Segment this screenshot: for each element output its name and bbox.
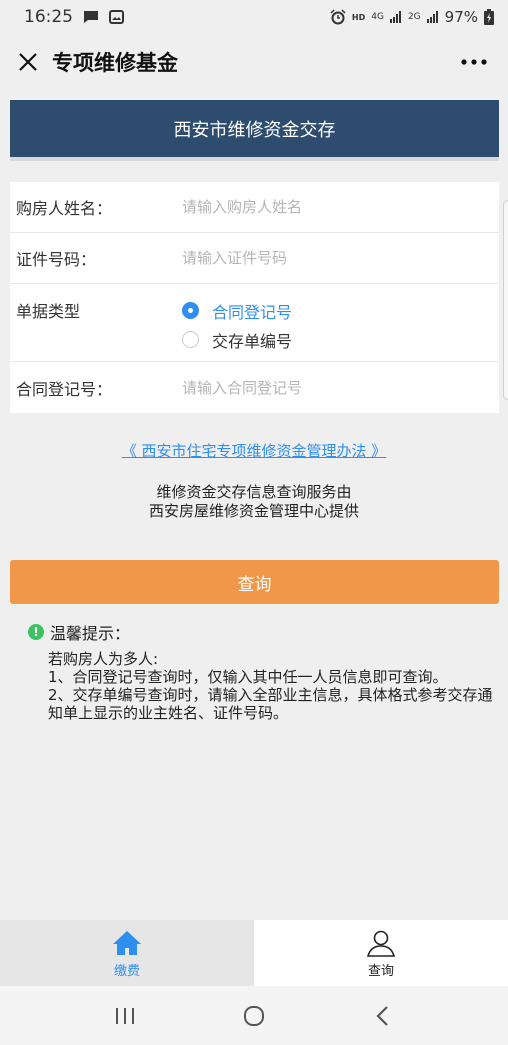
tips-body: 若购房人为多人: 1、合同登记号查询时，仅输入其中任一人员信息即可查询。 2、交… — [48, 650, 498, 722]
buyer-name-label: 购房人姓名： — [16, 199, 113, 218]
doc-type-radio-group: 合同登记号 交存单编号 — [182, 296, 292, 354]
tips-title: 温馨提示： — [50, 624, 131, 643]
alarm-icon — [330, 9, 346, 25]
radio-contract-no-label: 合同登记号 — [212, 302, 293, 322]
person-icon — [366, 928, 396, 958]
tab-payment-label: 缴费 — [113, 963, 140, 979]
header-divider — [10, 157, 499, 161]
battery-percent: 97% — [444, 8, 478, 26]
status-right: HD 4G 2G 97% — [330, 8, 494, 26]
tips-header: ! 温馨提示： — [28, 620, 498, 644]
main-content: 西安市维修资金交存 购房人姓名： 证件号码： 单据类型 合同登记号 交存单编号 — [0, 90, 508, 920]
scroll-indicator — [503, 200, 508, 400]
form-row-id-number: 证件号码： — [10, 233, 499, 284]
query-button-label: 查询 — [237, 574, 272, 595]
recents-button[interactable] — [100, 996, 150, 1036]
radio-unchecked-icon — [182, 331, 199, 348]
radio-deposit-no-label: 交存单编号 — [212, 331, 293, 351]
tips-section: ! 温馨提示： 若购房人为多人: 1、合同登记号查询时，仅输入其中任一人员信息即… — [28, 620, 498, 722]
status-time: 16:25 — [24, 7, 73, 27]
signal-icon-2 — [426, 11, 439, 23]
recents-icon — [115, 1007, 134, 1024]
back-button[interactable] — [358, 996, 408, 1036]
info-icon: ! — [28, 624, 44, 640]
home-circle-icon — [243, 1005, 264, 1026]
tip-line-3: 2、交存单编号查询时，请输入全部业主信息，具体格式参考交存通知单上显示的业主姓名… — [48, 686, 493, 722]
status-left: 16:25 — [24, 7, 124, 27]
buyer-name-input[interactable] — [182, 198, 482, 216]
battery-icon — [484, 9, 494, 25]
id-number-label: 证件号码： — [16, 250, 97, 269]
tab-query-label: 查询 — [367, 963, 394, 979]
image-icon — [109, 10, 124, 24]
query-form: 购房人姓名： 证件号码： 单据类型 合同登记号 交存单编号 合同登记号： — [10, 182, 499, 413]
title-bar: 专项维修基金 — [0, 34, 508, 90]
bottom-tab-bar: 缴费 查询 — [0, 920, 508, 986]
system-nav-bar — [0, 986, 508, 1045]
query-button[interactable]: 查询 — [10, 560, 499, 604]
close-button[interactable] — [14, 48, 42, 76]
service-info: 维修资金交存信息查询服务由 西安房屋维修资金管理中心提供 — [0, 483, 508, 521]
signal-icon — [389, 11, 402, 23]
tab-payment[interactable]: 缴费 — [0, 920, 254, 986]
tip-line-1: 若购房人为多人: — [48, 650, 159, 668]
more-icon — [461, 59, 487, 65]
back-icon — [376, 1005, 389, 1026]
close-icon — [19, 53, 37, 71]
id-number-input[interactable] — [182, 249, 482, 267]
regulation-link[interactable]: 《 西安市住宅专项维修资金管理办法 》 — [0, 440, 508, 461]
form-row-contract-no: 合同登记号： — [10, 362, 499, 413]
network-2g-label: 2G — [407, 11, 421, 22]
home-button[interactable] — [229, 996, 279, 1036]
message-icon — [83, 10, 99, 24]
radio-deposit-no[interactable]: 交存单编号 — [182, 325, 292, 354]
network-4g-label: 4G — [371, 11, 384, 22]
form-row-buyer-name: 购房人姓名： — [10, 182, 499, 233]
home-icon — [112, 928, 142, 958]
radio-checked-icon — [182, 302, 199, 319]
status-bar: 16:25 HD 4G 2G 97% — [0, 0, 508, 34]
contract-no-input[interactable] — [182, 378, 482, 397]
contract-no-label: 合同登记号： — [16, 379, 113, 399]
hd-indicator: HD — [351, 12, 366, 22]
tip-line-2: 1、合同登记号查询时，仅输入其中任一人员信息即可查询。 — [48, 668, 448, 686]
service-info-line1: 维修资金交存信息查询服务由 — [156, 483, 352, 501]
service-info-line2: 西安房屋维修资金管理中心提供 — [148, 502, 359, 520]
more-button[interactable] — [454, 48, 494, 76]
section-header-title: 西安市维修资金交存 — [173, 119, 336, 141]
form-row-doc-type: 单据类型 合同登记号 交存单编号 — [10, 284, 499, 362]
section-header: 西安市维修资金交存 — [10, 100, 499, 157]
page-title: 专项维修基金 — [52, 51, 178, 75]
tab-query[interactable]: 查询 — [254, 920, 508, 986]
doc-type-label: 单据类型 — [16, 302, 81, 321]
radio-contract-no[interactable]: 合同登记号 — [182, 296, 292, 325]
